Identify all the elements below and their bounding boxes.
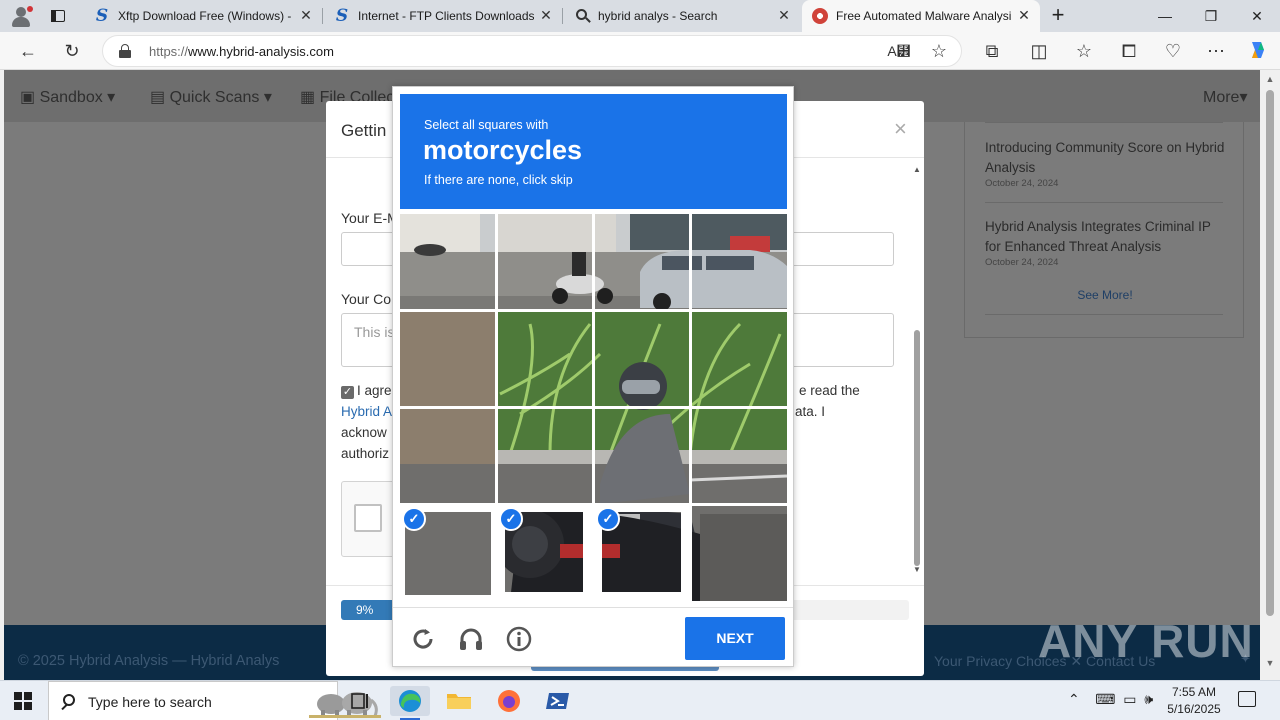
address-bar[interactable]: https://www.hybrid-analysis.com A⹾ ☆ (102, 35, 962, 67)
tab-title: Xftp Download Free (Windows) - (118, 9, 292, 23)
audio-headphones-icon[interactable] (457, 625, 485, 653)
agree-text: I agre (357, 383, 392, 398)
clock-time[interactable]: 7:55 AM (1168, 685, 1220, 699)
selected-check-icon: ✓ (402, 507, 426, 531)
extensions-puzzle-icon[interactable]: ⧉ (980, 39, 1004, 63)
windows-taskbar: Type here to search ⌃ ⌨ ▭ 🕪 7:55 AM 5/16… (0, 680, 1280, 720)
chevron-up-icon[interactable]: ⌃ (1068, 691, 1080, 707)
minimize-icon[interactable]: — (1142, 0, 1188, 32)
windows-start-icon[interactable] (14, 692, 32, 710)
browser-tab-strip: S Xftp Download Free (Windows) - ✕ S Int… (0, 0, 1280, 32)
reload-icon[interactable] (409, 625, 437, 653)
s-site-icon: S (335, 6, 349, 26)
news-item-title[interactable]: Introducing Community Score on Hybrid An… (985, 138, 1225, 178)
restore-icon[interactable]: ❐ (1188, 0, 1234, 32)
read-aloud-icon[interactable]: A⹾ (887, 39, 911, 63)
tab-close-icon[interactable]: ✕ (538, 7, 554, 23)
tab-title: Free Automated Malware Analysi (836, 9, 1012, 23)
news-panel: Introducing Community Score on Hybrid An… (964, 122, 1244, 338)
tab-ftp-clients[interactable]: S Internet - FTP Clients Downloads ✕ (324, 0, 563, 32)
comment-placeholder: This is (354, 324, 395, 340)
favorite-star-icon[interactable]: ☆ (927, 39, 951, 63)
tab-actions-icon[interactable] (48, 7, 68, 25)
anyrun-watermark: ANY RUN (1038, 608, 1253, 668)
captcha-challenge: Select all squares with motorcycles If t… (392, 86, 794, 667)
agree-text: authoriz (341, 446, 390, 461)
tab-xftp[interactable]: S Xftp Download Free (Windows) - ✕ (84, 0, 323, 32)
window-close-icon[interactable]: ✕ (1234, 0, 1280, 32)
captcha-target-label: motorcycles (423, 135, 583, 165)
agree-text: acknow (341, 425, 387, 440)
copilot-icon[interactable] (1246, 39, 1270, 63)
captcha-header: Select all squares with motorcycles If t… (400, 94, 787, 209)
comment-label: Your Co (341, 291, 392, 307)
notification-icon[interactable] (1238, 691, 1256, 707)
nav-sandbox[interactable]: ▣ Sandbox ▾ (20, 87, 115, 107)
collections-icon[interactable]: ⧠ (1117, 39, 1141, 63)
recaptcha-checkbox[interactable] (354, 504, 382, 532)
modal-scrollbar[interactable]: ▲ ▼ (912, 165, 922, 575)
tab-close-icon[interactable]: ✕ (1016, 7, 1032, 23)
volume-icon[interactable]: 🕪 (1144, 691, 1153, 707)
tab-title: Internet - FTP Clients Downloads (358, 9, 534, 23)
favorites-icon[interactable]: ☆ (1072, 39, 1096, 63)
watermark-text: ANY RUN (1038, 615, 1254, 667)
hybrid-analysis-icon (812, 8, 828, 24)
edge-browser-icon[interactable] (390, 686, 430, 720)
system-tray: ⌃ ⌨ ▭ 🕪 (1068, 691, 1153, 708)
taskbar-search-input[interactable]: Type here to search (48, 681, 381, 720)
selected-check-icon: ✓ (596, 507, 620, 531)
email-label: Your E-M (341, 210, 399, 226)
next-button[interactable]: NEXT (685, 617, 785, 660)
firefox-icon[interactable] (489, 686, 529, 716)
modal-title: Gettin (341, 121, 387, 140)
tab-search[interactable]: hybrid analys - Search ✕ (564, 0, 800, 32)
nav-more[interactable]: More▾ (1203, 87, 1247, 107)
refresh-icon[interactable]: ↻ (60, 39, 84, 63)
profile-avatar-icon[interactable] (8, 3, 34, 29)
browser-toolbar: ← ↻ https://www.hybrid-analysis.com A⹾ ☆… (0, 32, 1280, 70)
agree-checkbox[interactable]: ✓ (341, 386, 354, 399)
captcha-instruction: Select all squares with (424, 118, 549, 132)
search-placeholder: Type here to search (88, 694, 212, 710)
task-view-icon[interactable] (340, 686, 380, 716)
close-icon[interactable]: × (894, 116, 907, 142)
agree-text: e read the (799, 383, 860, 398)
news-item-date: October 24, 2024 (985, 257, 1059, 268)
file-explorer-icon[interactable] (439, 686, 479, 716)
network-icon[interactable]: ▭ (1123, 691, 1136, 707)
tab-close-icon[interactable]: ✕ (298, 7, 314, 23)
clock-date[interactable]: 5/16/2025 (1164, 702, 1224, 716)
info-icon[interactable] (505, 625, 533, 653)
s-site-icon: S (95, 6, 109, 26)
split-screen-icon[interactable]: ◫ (1027, 39, 1051, 63)
terms-link[interactable]: Hybrid A (341, 404, 392, 419)
news-item-date: October 24, 2024 (985, 178, 1059, 189)
lock-icon[interactable] (119, 44, 131, 58)
footer-copyright: © 2025 Hybrid Analysis — Hybrid Analys (18, 653, 280, 669)
device-icon[interactable]: ⌨ (1095, 691, 1115, 707)
more-menu-icon[interactable]: ⋯ (1204, 39, 1228, 63)
selected-check-icon: ✓ (499, 507, 523, 531)
captcha-image-grid: ✓ ✓ ✓ (400, 214, 787, 601)
tab-hybrid-analysis[interactable]: Free Automated Malware Analysi ✕ (802, 0, 1040, 32)
powershell-icon[interactable] (538, 686, 578, 716)
nav-quick-scans[interactable]: ▤ Quick Scans ▾ (150, 87, 272, 107)
page-scrollbar[interactable]: ▲ ▼ (1262, 70, 1278, 674)
news-item-title[interactable]: Hybrid Analysis Integrates Criminal IP f… (985, 217, 1225, 257)
new-tab-plus-icon[interactable]: + (1046, 4, 1070, 28)
back-arrow-icon[interactable]: ← (16, 39, 40, 63)
captcha-skip-hint: If there are none, click skip (424, 173, 573, 187)
url-text[interactable]: https://www.hybrid-analysis.com (149, 44, 334, 59)
tab-title: hybrid analys - Search (598, 9, 718, 23)
see-more-link[interactable]: See More! (965, 288, 1245, 302)
agree-text: ata. I (795, 404, 826, 419)
browser-essentials-icon[interactable]: ♡ (1161, 39, 1185, 63)
progress-label: 9% (356, 603, 374, 617)
tab-close-icon[interactable]: ✕ (776, 7, 792, 23)
